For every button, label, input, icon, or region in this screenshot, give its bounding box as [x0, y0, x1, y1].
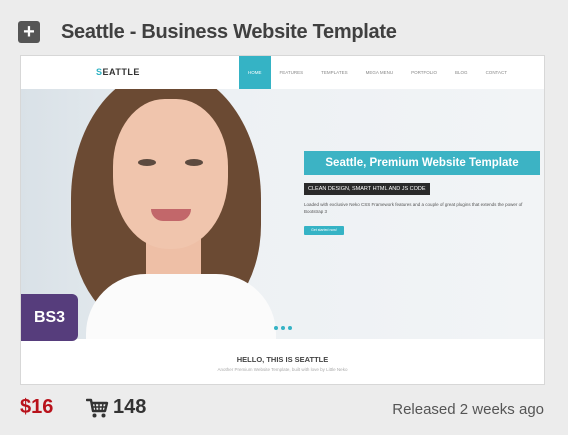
preview-hero: Seattle, Premium Website Template CLEAN …	[21, 89, 544, 339]
sales-counter: 148	[86, 396, 146, 419]
preview-menu-item: TEMPLATES	[321, 70, 348, 75]
price: $16	[20, 396, 54, 418]
slider-dot	[274, 326, 278, 330]
eye-shape	[185, 159, 203, 166]
preview-menu-item: HOME	[239, 56, 271, 89]
template-preview-thumbnail[interactable]: SEATTLE HOME FEATURES TEMPLATES MEGA MEN…	[20, 55, 545, 385]
hero-title: Seattle, Premium Website Template	[304, 151, 540, 175]
preview-menu-item: PORTFOLIO	[411, 70, 438, 75]
expand-icon[interactable]: +	[18, 21, 40, 43]
product-title[interactable]: Seattle - Business Website Template	[61, 21, 397, 44]
slider-dot	[281, 326, 285, 330]
hero-tagline: CLEAN DESIGN, SMART HTML AND JS CODE	[304, 183, 430, 195]
preview-menu-item: CONTACT	[485, 70, 507, 75]
smile-shape	[151, 209, 191, 221]
release-date: Released 2 weeks ago	[392, 401, 544, 418]
intro-title: HELLO, THIS IS SEATTLE	[236, 355, 329, 364]
eye-shape	[138, 159, 156, 166]
preview-logo: SEATTLE	[96, 67, 140, 77]
hero-portrait-face	[113, 99, 228, 249]
intro-subtitle: Another Premium Website Template, built …	[217, 367, 348, 372]
preview-menu-item: MEGA MENU	[365, 70, 394, 75]
preview-menu: HOME FEATURES TEMPLATES MEGA MENU PORTFO…	[239, 56, 516, 89]
bootstrap3-badge: BS3	[21, 294, 78, 341]
hero-portrait-shirt	[86, 274, 276, 339]
preview-menu-item: BLOG	[455, 70, 468, 75]
hero-cta-button: Get started now!	[304, 226, 344, 235]
preview-intro-section: HELLO, THIS IS SEATTLE Another Premium W…	[21, 339, 544, 384]
hero-description: Loaded with exclusive Neko CSS Framework…	[304, 202, 523, 214]
slider-dot	[288, 326, 292, 330]
slider-dots	[274, 326, 292, 330]
card-header: + Seattle - Business Website Template	[18, 16, 397, 48]
sales-count: 148	[113, 396, 147, 418]
preview-menu-item: FEATURES	[279, 70, 304, 75]
shopping-cart-icon	[86, 398, 109, 417]
preview-navbar: SEATTLE HOME FEATURES TEMPLATES MEGA MEN…	[21, 56, 544, 90]
